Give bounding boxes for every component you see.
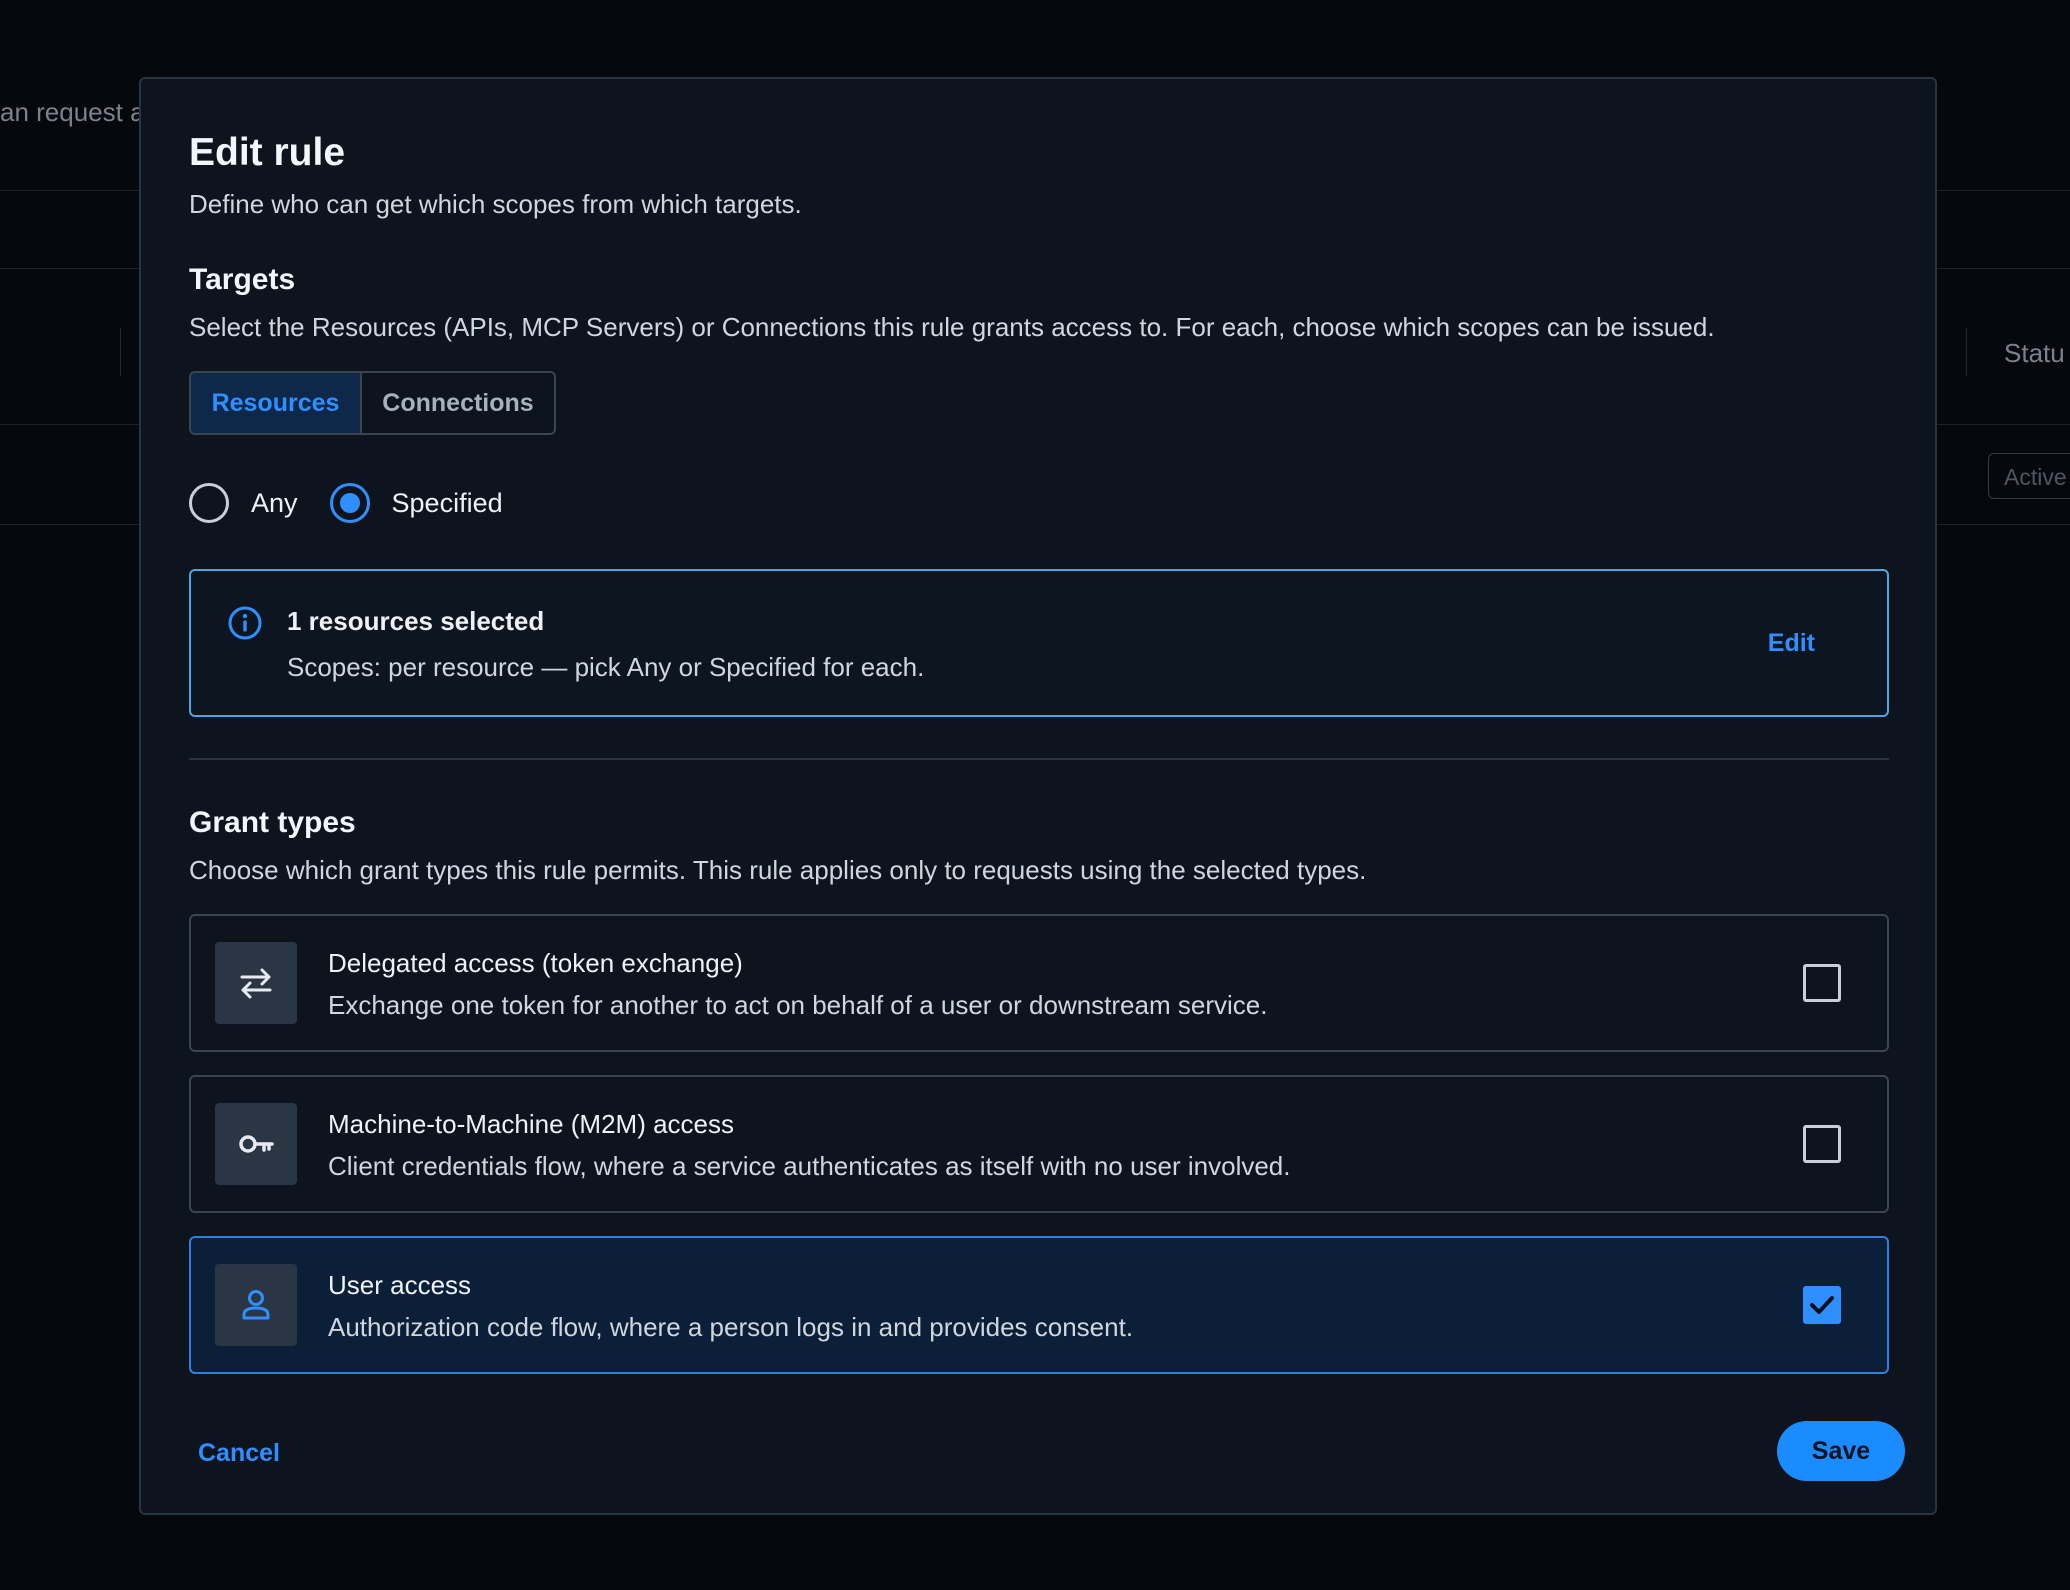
grant-type-title: Delegated access (token exchange) bbox=[328, 948, 743, 978]
edit-resources-link[interactable]: Edit bbox=[1768, 629, 1815, 658]
background-column-header-status: Statu bbox=[2004, 338, 2065, 368]
dialog-title: Edit rule bbox=[189, 131, 346, 174]
edit-rule-dialog: Edit rule Define who can get which scope… bbox=[139, 77, 1937, 1515]
grant-types-section-description: Choose which grant types this rule permi… bbox=[189, 855, 1367, 885]
radio-selected-dot bbox=[339, 493, 360, 513]
background-column-separator bbox=[1966, 328, 1967, 376]
radio-any-circle[interactable] bbox=[189, 483, 229, 523]
background-status-badge: Active bbox=[1988, 453, 2070, 499]
key-icon bbox=[239, 1135, 274, 1153]
grant-type-description: Client credentials flow, where a service… bbox=[328, 1151, 1291, 1181]
user-icon-tile bbox=[215, 1264, 297, 1346]
info-icon bbox=[228, 606, 262, 640]
grant-type-card-delegated[interactable]: Delegated access (token exchange) Exchan… bbox=[189, 914, 1889, 1052]
section-divider bbox=[189, 758, 1889, 760]
background-column-separator bbox=[120, 328, 121, 376]
grant-type-card-m2m[interactable]: Machine-to-Machine (M2M) access Client c… bbox=[189, 1075, 1889, 1213]
grant-type-title: Machine-to-Machine (M2M) access bbox=[328, 1109, 735, 1139]
radio-any[interactable]: Any bbox=[189, 483, 298, 523]
targets-section-title: Targets bbox=[189, 263, 296, 296]
save-button[interactable]: Save bbox=[1777, 1421, 1905, 1481]
user-access-checkbox[interactable] bbox=[1803, 1286, 1841, 1324]
selected-resources-info-box: 1 resources selected Scopes: per resourc… bbox=[189, 569, 1889, 717]
grant-type-description: Authorization code flow, where a person … bbox=[328, 1312, 1134, 1342]
grant-type-description: Exchange one token for another to act on… bbox=[328, 990, 1268, 1020]
target-type-tabs: Resources Connections bbox=[189, 371, 556, 435]
swap-arrows-icon bbox=[240, 968, 272, 999]
info-description: Scopes: per resource — pick Any or Speci… bbox=[287, 652, 925, 682]
tab-connections[interactable]: Connections bbox=[362, 373, 554, 433]
user-icon bbox=[242, 1290, 270, 1320]
background-text-fragment: an request a bbox=[0, 97, 145, 127]
radio-specified[interactable]: Specified bbox=[329, 483, 503, 523]
targets-section-description: Select the Resources (APIs, MCP Servers)… bbox=[189, 312, 1715, 342]
info-title: 1 resources selected bbox=[287, 606, 545, 636]
cancel-button[interactable]: Cancel bbox=[198, 1439, 280, 1468]
key-icon-tile bbox=[215, 1103, 297, 1185]
radio-specified-label: Specified bbox=[391, 487, 503, 518]
grant-type-card-user[interactable]: User access Authorization code flow, whe… bbox=[189, 1236, 1889, 1374]
delegated-access-checkbox[interactable] bbox=[1803, 964, 1841, 1002]
swap-arrows-icon-tile bbox=[215, 942, 297, 1024]
radio-any-label: Any bbox=[251, 487, 298, 518]
checkmark-icon bbox=[1810, 1296, 1834, 1314]
grant-type-title: User access bbox=[328, 1270, 472, 1300]
target-scope-radio-group: Any Specified bbox=[189, 483, 503, 523]
m2m-access-checkbox[interactable] bbox=[1803, 1125, 1841, 1163]
screen: an request a Statu Active Edit rule Defi… bbox=[0, 0, 2070, 1590]
tab-resources[interactable]: Resources bbox=[191, 373, 362, 433]
dialog-subtitle: Define who can get which scopes from whi… bbox=[189, 189, 802, 219]
grant-types-section-title: Grant types bbox=[189, 806, 356, 839]
radio-specified-circle[interactable] bbox=[329, 483, 370, 523]
